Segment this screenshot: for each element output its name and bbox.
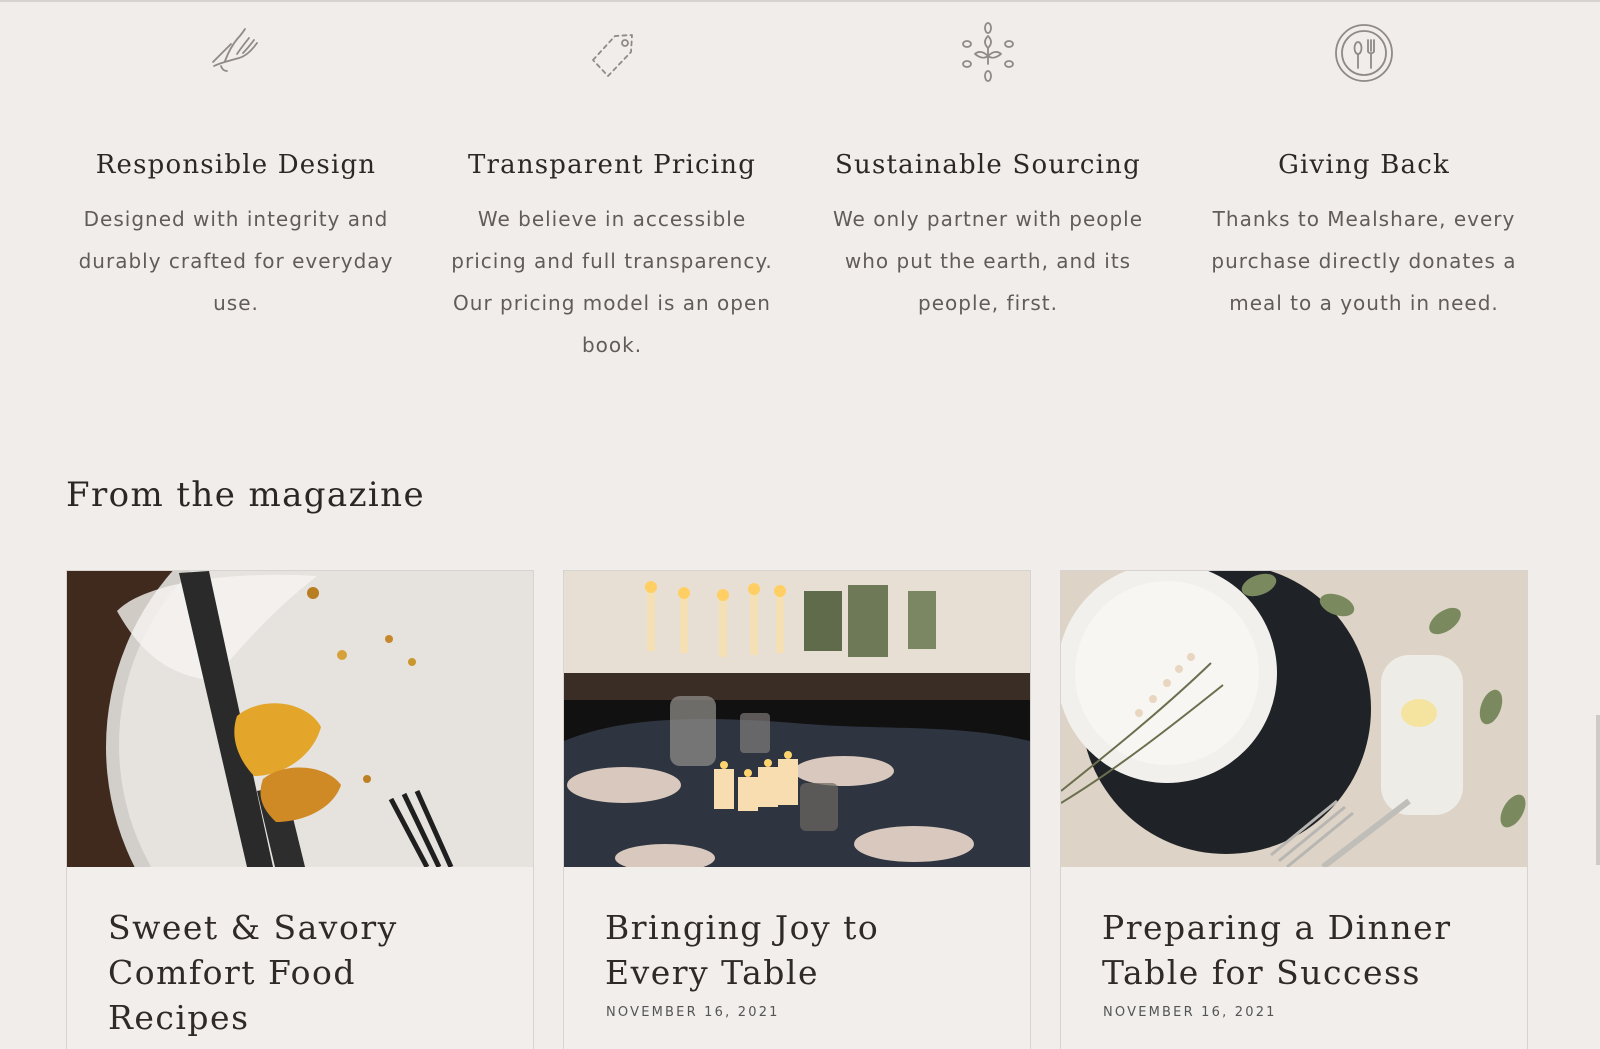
feature-title: Responsible Design xyxy=(95,150,377,180)
leaf-sprout-icon xyxy=(953,18,1023,88)
hand-icon xyxy=(201,18,271,88)
feature-title: Transparent Pricing xyxy=(467,150,757,180)
article-date: NOVEMBER 16, 2021 xyxy=(606,1005,780,1020)
price-tag-icon xyxy=(577,18,647,88)
feature-title: Giving Back xyxy=(1278,150,1450,180)
feature-transparent-pricing: Transparent Pricing We believe in access… xyxy=(432,0,792,420)
table-setting-with-plates-image[interactable] xyxy=(1061,571,1527,867)
article-date: NOVEMBER 16, 2021 xyxy=(1103,1005,1277,1020)
feature-title: Sustainable Sourcing xyxy=(835,150,1141,180)
magazine-heading: From the magazine xyxy=(66,475,426,515)
magazine-article-list: Sweet & Savory Comfort Food Recipes Brin… xyxy=(66,570,1528,1049)
article-title[interactable]: Sweet & Savory Comfort Food Recipes xyxy=(108,905,498,1040)
feature-description: Thanks to Mealshare, every purchase dire… xyxy=(1211,207,1517,315)
plate-fork-spoon-icon xyxy=(1329,18,1399,88)
feature-description: We only partner with people who put the … xyxy=(832,207,1144,315)
scrollbar-indicator[interactable] xyxy=(1596,715,1600,865)
article-card-comfort-food[interactable]: Sweet & Savory Comfort Food Recipes xyxy=(66,570,534,1049)
article-title[interactable]: Preparing a Dinner Table for Success xyxy=(1102,905,1492,995)
feature-responsible-design: Responsible Design Designed with integri… xyxy=(56,0,416,420)
feature-description: We believe in accessible pricing and ful… xyxy=(451,207,773,357)
article-title[interactable]: Bringing Joy to Every Table xyxy=(605,905,995,995)
feature-giving-back: Giving Back Thanks to Mealshare, every p… xyxy=(1184,0,1544,420)
article-card-joy-table[interactable]: Bringing Joy to Every Table NOVEMBER 16,… xyxy=(563,570,1031,1049)
plate-with-food-remains-image[interactable] xyxy=(67,571,533,867)
feature-sustainable-sourcing: Sustainable Sourcing We only partner wit… xyxy=(808,0,1168,420)
features-section: Responsible Design Designed with integri… xyxy=(56,0,1544,420)
candlelit-dinner-table-image[interactable] xyxy=(564,571,1030,867)
article-card-dinner-table[interactable]: Preparing a Dinner Table for Success NOV… xyxy=(1060,570,1528,1049)
feature-description: Designed with integrity and durably craf… xyxy=(78,207,394,315)
